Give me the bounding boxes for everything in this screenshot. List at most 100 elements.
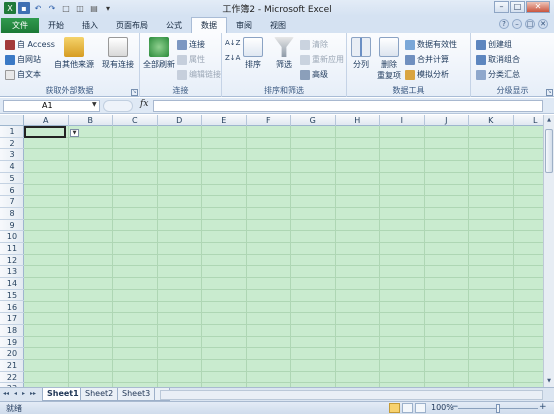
column-header[interactable]: J (425, 115, 469, 126)
refresh-all-button[interactable]: 全部刷新 (143, 37, 175, 70)
column-header[interactable]: K (469, 115, 514, 126)
tab-view[interactable]: 视图 (261, 18, 295, 33)
row-header[interactable]: 8 (0, 208, 24, 220)
from-access-button[interactable]: 自 Access (5, 39, 55, 50)
tab-data[interactable]: 数据 (191, 17, 227, 33)
row-header[interactable]: 9 (0, 220, 24, 232)
maximize-button[interactable]: □ (510, 1, 525, 13)
tab-insert[interactable]: 插入 (73, 18, 107, 33)
row-header[interactable]: 20 (0, 348, 24, 360)
row-header[interactable]: 5 (0, 173, 24, 185)
name-box[interactable]: A1 (3, 100, 100, 112)
help-icon[interactable]: ? (499, 19, 509, 29)
row-header[interactable]: 19 (0, 337, 24, 349)
column-header[interactable]: F (247, 115, 291, 126)
row-header[interactable]: 12 (0, 255, 24, 267)
sheet-tab-1[interactable]: Sheet1 (42, 388, 84, 401)
row-header[interactable]: 21 (0, 360, 24, 372)
column-header[interactable]: E (202, 115, 247, 126)
filter-dropdown-icon[interactable]: ▼ (70, 129, 79, 137)
row-header[interactable]: 18 (0, 325, 24, 337)
subtotal-button[interactable]: 分类汇总 (476, 69, 520, 80)
filter-button[interactable]: 筛选 (274, 37, 294, 70)
row-header[interactable]: 1 (0, 126, 24, 138)
insert-function-icon[interactable]: fx (140, 99, 148, 109)
clear-button[interactable]: 清除 (300, 39, 328, 50)
column-header[interactable]: C (113, 115, 158, 126)
advanced-button[interactable]: 高级 (300, 69, 328, 80)
row-header[interactable]: 11 (0, 243, 24, 255)
row-header[interactable]: 17 (0, 313, 24, 325)
column-header[interactable]: G (291, 115, 336, 126)
row-header[interactable]: 16 (0, 302, 24, 314)
row-header[interactable]: 4 (0, 161, 24, 173)
last-sheet-icon[interactable]: ▸▸ (30, 390, 36, 397)
tab-review[interactable]: 审阅 (227, 18, 261, 33)
column-header[interactable]: B (69, 115, 113, 126)
horizontal-scrollbar[interactable] (160, 390, 543, 400)
other-sources-button[interactable]: 自其他来源 (54, 37, 94, 70)
data-validation-button[interactable]: 数据有效性 (405, 39, 457, 50)
text-to-columns-button[interactable]: 分列 (351, 37, 371, 70)
consolidate-button[interactable]: 合并计算 (405, 54, 449, 65)
edit-links-button[interactable]: 编辑链接 (177, 69, 221, 80)
connections-button[interactable]: 连接 (177, 39, 205, 50)
sort-za-button[interactable]: Z↓A (225, 54, 240, 62)
chevron-down-icon[interactable]: ▼ (92, 101, 97, 108)
minimize-button[interactable]: – (494, 1, 509, 13)
worksheet-grid[interactable]: ABCDEFGHIJKL 1 2 3 4 5 6 7 8 9 10 11 12 13 14 15 16 17 18… (0, 115, 543, 387)
group-button[interactable]: 创建组 (476, 39, 512, 50)
reapply-button[interactable]: 重新应用 (300, 54, 344, 65)
page-layout-view-icon[interactable] (402, 403, 413, 413)
vertical-scrollbar[interactable]: ▲ ▼ (543, 115, 554, 387)
tab-formulas[interactable]: 公式 (157, 18, 191, 33)
sheet-tab-3[interactable]: Sheet3 (117, 388, 156, 401)
row-header[interactable]: 6 (0, 185, 24, 197)
tab-page-layout[interactable]: 页面布局 (107, 18, 157, 33)
from-web-button[interactable]: 自网站 (5, 54, 41, 65)
doc-restore-icon[interactable]: □ (525, 19, 535, 29)
select-all-corner[interactable] (0, 115, 24, 126)
row-header[interactable]: 15 (0, 290, 24, 302)
scroll-up-icon[interactable]: ▲ (545, 116, 553, 125)
row-header[interactable]: 14 (0, 278, 24, 290)
sheet-tab-2[interactable]: Sheet2 (80, 388, 119, 401)
active-cell[interactable] (24, 126, 66, 138)
zoom-slider-knob[interactable] (496, 404, 500, 413)
first-sheet-icon[interactable]: ◂◂ (3, 390, 9, 397)
scroll-down-icon[interactable]: ▼ (545, 377, 553, 386)
from-text-button[interactable]: 自文本 (5, 69, 41, 80)
doc-close-icon[interactable]: ✕ (538, 19, 548, 29)
row-header[interactable]: 3 (0, 149, 24, 162)
row-header[interactable]: 7 (0, 196, 24, 208)
doc-minimize-icon[interactable]: – (512, 19, 522, 29)
row-header[interactable]: 10 (0, 231, 24, 243)
ungroup-button[interactable]: 取消组合 (476, 54, 520, 65)
column-header[interactable]: D (158, 115, 202, 126)
formula-input[interactable] (153, 100, 543, 112)
properties-button[interactable]: 属性 (177, 54, 205, 65)
column-header[interactable]: I (380, 115, 425, 126)
row-header[interactable]: 22 (0, 372, 24, 384)
column-header[interactable]: A (24, 115, 69, 126)
prev-sheet-icon[interactable]: ◂ (14, 390, 17, 397)
what-if-button[interactable]: 模拟分析 (405, 69, 449, 80)
tab-home[interactable]: 开始 (39, 18, 73, 33)
sort-az-button[interactable]: A↓Z (225, 39, 240, 47)
existing-connections-button[interactable]: 现有连接 (102, 37, 134, 70)
outline-launcher-icon[interactable]: ↘ (546, 89, 553, 96)
row-header[interactable]: 2 (0, 138, 24, 150)
vertical-scroll-thumb[interactable] (545, 129, 553, 173)
formula-splitter[interactable] (103, 100, 133, 112)
column-header[interactable]: H (336, 115, 380, 126)
next-sheet-icon[interactable]: ▸ (22, 390, 25, 397)
remove-duplicates-button[interactable]: 删除 重复项 (377, 37, 401, 81)
normal-view-icon[interactable] (389, 403, 400, 413)
sort-button[interactable]: 排序 (243, 37, 263, 70)
zoom-out-icon[interactable]: − (451, 402, 459, 412)
dialog-launcher-icon[interactable]: ↘ (131, 89, 138, 96)
close-button[interactable]: ✕ (526, 1, 550, 13)
zoom-in-icon[interactable]: + (539, 402, 547, 412)
page-break-view-icon[interactable] (415, 403, 426, 413)
column-header[interactable]: L (514, 115, 544, 126)
